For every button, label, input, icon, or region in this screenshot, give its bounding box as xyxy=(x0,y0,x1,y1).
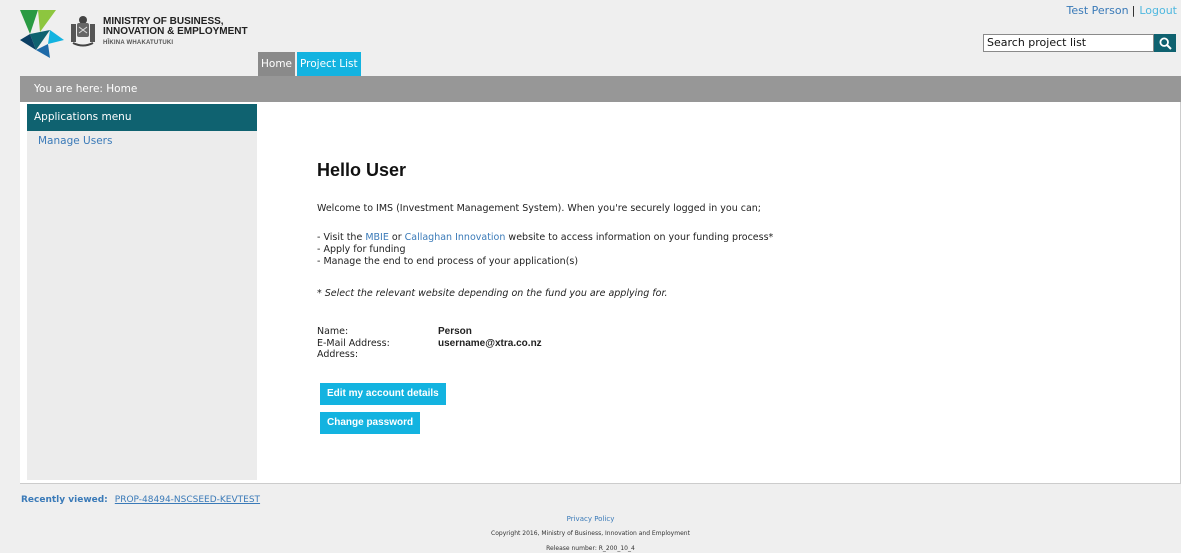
list-item-visit: - Visit the MBIE or Callaghan Innovation… xyxy=(317,232,773,244)
mbie-logo-mark-icon xyxy=(20,10,64,58)
list-item-apply: - Apply for funding xyxy=(317,244,406,255)
org-name: MINISTRY OF BUSINESS, INNOVATION & EMPLO… xyxy=(103,17,283,37)
main-tabs: Home Project List xyxy=(258,52,363,76)
search-icon xyxy=(1158,36,1172,50)
content-frame: Applications menu Manage Users Hello Use… xyxy=(20,102,1181,484)
sidebar: Applications menu Manage Users xyxy=(27,104,257,480)
mbie-link[interactable]: MBIE xyxy=(365,232,389,243)
user-bar: Test Person | Logout xyxy=(1066,4,1177,17)
sidebar-title: Applications menu xyxy=(27,104,257,131)
fund-note: * Select the relevant website depending … xyxy=(317,288,668,299)
search-input[interactable]: Search project list xyxy=(983,34,1154,52)
recently-viewed: Recently viewed: PROP-48494-NSCSEED-KEVTE… xyxy=(21,495,260,505)
tab-project-list[interactable]: Project List xyxy=(297,52,361,76)
change-password-button[interactable]: Change password xyxy=(320,412,421,434)
copyright-text: Copyright 2016, Ministry of Business, In… xyxy=(491,530,690,537)
visit-suffix: website to access information on your fu… xyxy=(505,232,774,243)
visit-or: or xyxy=(388,232,405,243)
name-label: Name: xyxy=(317,326,349,337)
name-value: Person xyxy=(438,326,472,337)
user-name-link[interactable]: Test Person xyxy=(1066,4,1128,17)
user-bar-separator: | xyxy=(1131,4,1136,17)
coat-of-arms-icon xyxy=(71,16,95,47)
recently-viewed-link[interactable]: PROP-48494-NSCSEED-KEVTEST xyxy=(115,495,260,505)
page-title: Hello User xyxy=(317,160,407,180)
search-button[interactable] xyxy=(1154,34,1176,52)
privacy-link[interactable]: Privacy Policy xyxy=(567,515,615,523)
sidebar-item-manage-users[interactable]: Manage Users xyxy=(27,135,257,147)
list-item-manage: - Manage the end to end process of your … xyxy=(317,256,579,267)
visit-prefix: - Visit the xyxy=(317,232,366,243)
address-label: Address: xyxy=(317,349,359,360)
edit-account-button[interactable]: Edit my account details xyxy=(320,383,446,405)
release-number: Release number: R_200_10_4 xyxy=(546,545,635,552)
welcome-text: Welcome to IMS (Investment Management Sy… xyxy=(317,203,762,214)
breadcrumb: You are here: Home xyxy=(20,76,1181,102)
privacy-policy-link: Privacy Policy xyxy=(0,515,1181,523)
account-details: Name: Person E-Mail Address: username@xtra… xyxy=(317,326,542,361)
recently-viewed-label: Recently viewed: xyxy=(21,495,108,505)
callaghan-link[interactable]: Callaghan Innovation xyxy=(405,232,506,243)
email-value: username@xtra.co.nz xyxy=(438,337,542,349)
email-label: E-Mail Address: xyxy=(317,337,390,349)
project-search: Search project list xyxy=(983,34,1176,52)
logout-link[interactable]: Logout xyxy=(1139,4,1177,17)
capabilities-list: - Visit the MBIE or Callaghan Innovation… xyxy=(317,232,773,268)
org-subtitle: HĪKINA WHAKATUTUKI xyxy=(103,40,174,46)
org-name-line2: INNOVATION & EMPLOYMENT xyxy=(103,26,248,37)
tab-home[interactable]: Home xyxy=(258,52,296,76)
mbie-logo[interactable]: MINISTRY OF BUSINESS, INNOVATION & EMPLO… xyxy=(20,10,280,58)
